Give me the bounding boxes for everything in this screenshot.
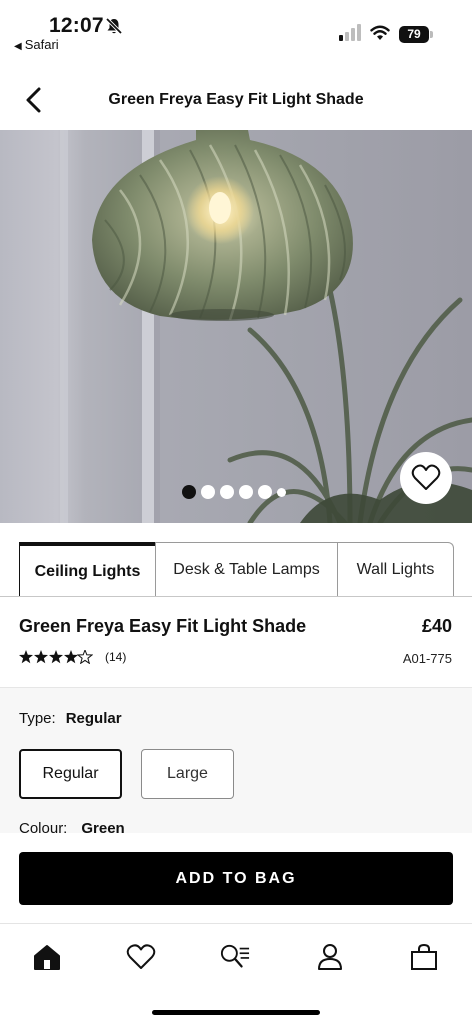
tab-divider <box>0 596 472 597</box>
colour-label: Colour: <box>19 820 68 833</box>
nav-bag[interactable] <box>409 942 439 972</box>
category-tabs: Ceiling Lights Desk & Table Lamps Wall L… <box>19 542 454 597</box>
add-to-bag-area: ADD TO BAG <box>0 833 472 923</box>
tab-wall-lights[interactable]: Wall Lights <box>337 542 454 597</box>
nav-home[interactable] <box>32 942 62 972</box>
type-row: Type: Regular <box>19 710 122 727</box>
signal-icon <box>339 24 361 41</box>
pagination-dot[interactable] <box>239 485 253 499</box>
tab-label: Ceiling Lights <box>34 562 141 580</box>
status-time: 12:07 <box>49 14 104 37</box>
page-header: Green Freya Easy Fit Light Shade <box>0 70 472 130</box>
tab-desk-table-lamps[interactable]: Desk & Table Lamps <box>155 542 338 597</box>
account-icon <box>318 944 342 970</box>
product-image[interactable] <box>0 130 472 523</box>
tab-label: Wall Lights <box>356 561 435 578</box>
add-to-bag-button[interactable]: ADD TO BAG <box>19 852 453 905</box>
pagination-dot[interactable] <box>182 485 196 499</box>
bag-icon <box>411 943 437 970</box>
heart-icon <box>126 944 156 969</box>
product-options: Type: Regular Regular Large Colour: Green <box>0 687 472 833</box>
bottom-navigation <box>0 923 472 1024</box>
tab-ceiling-lights[interactable]: Ceiling Lights <box>19 542 156 597</box>
pagination-dot[interactable] <box>201 485 215 499</box>
home-indicator <box>152 1010 320 1015</box>
bell-muted-icon <box>105 17 123 35</box>
star-rating-icon <box>19 650 93 664</box>
battery-level: 79 <box>399 26 429 43</box>
pagination-dot[interactable] <box>277 487 286 497</box>
search-list-icon <box>220 944 250 968</box>
colour-row: Colour: Green <box>19 820 125 833</box>
home-icon <box>34 945 60 970</box>
review-count: (14) <box>105 650 127 664</box>
heart-icon <box>411 464 441 490</box>
back-to-safari[interactable]: ◀ Safari <box>14 37 59 52</box>
nav-favourites[interactable] <box>126 942 156 972</box>
battery-indicator: 79 <box>399 26 433 43</box>
favourite-button[interactable] <box>400 452 452 504</box>
option-large-button[interactable]: Large <box>141 749 234 799</box>
lamp-photo <box>60 130 472 523</box>
image-pagination <box>182 485 286 499</box>
wifi-icon <box>370 25 390 40</box>
nav-account[interactable] <box>315 942 345 972</box>
type-value: Regular <box>65 710 122 727</box>
product-price: £40 <box>421 616 452 636</box>
product-sku: A01-775 <box>402 651 452 666</box>
page-title: Green Freya Easy Fit Light Shade <box>108 91 364 108</box>
nav-search[interactable] <box>220 942 250 972</box>
option-regular-button[interactable]: Regular <box>19 749 122 799</box>
back-app-label: Safari <box>24 37 59 52</box>
status-bar: 12:07 ◀ Safari 79 <box>0 0 472 56</box>
product-name: Green Freya Easy Fit Light Shade <box>19 616 307 636</box>
type-label: Type: <box>19 710 56 727</box>
tab-label: Desk & Table Lamps <box>173 561 320 578</box>
colour-value: Green <box>81 820 125 833</box>
pagination-dot[interactable] <box>258 485 272 499</box>
pagination-dot[interactable] <box>220 485 234 499</box>
product-rating[interactable]: (14) <box>19 650 126 664</box>
